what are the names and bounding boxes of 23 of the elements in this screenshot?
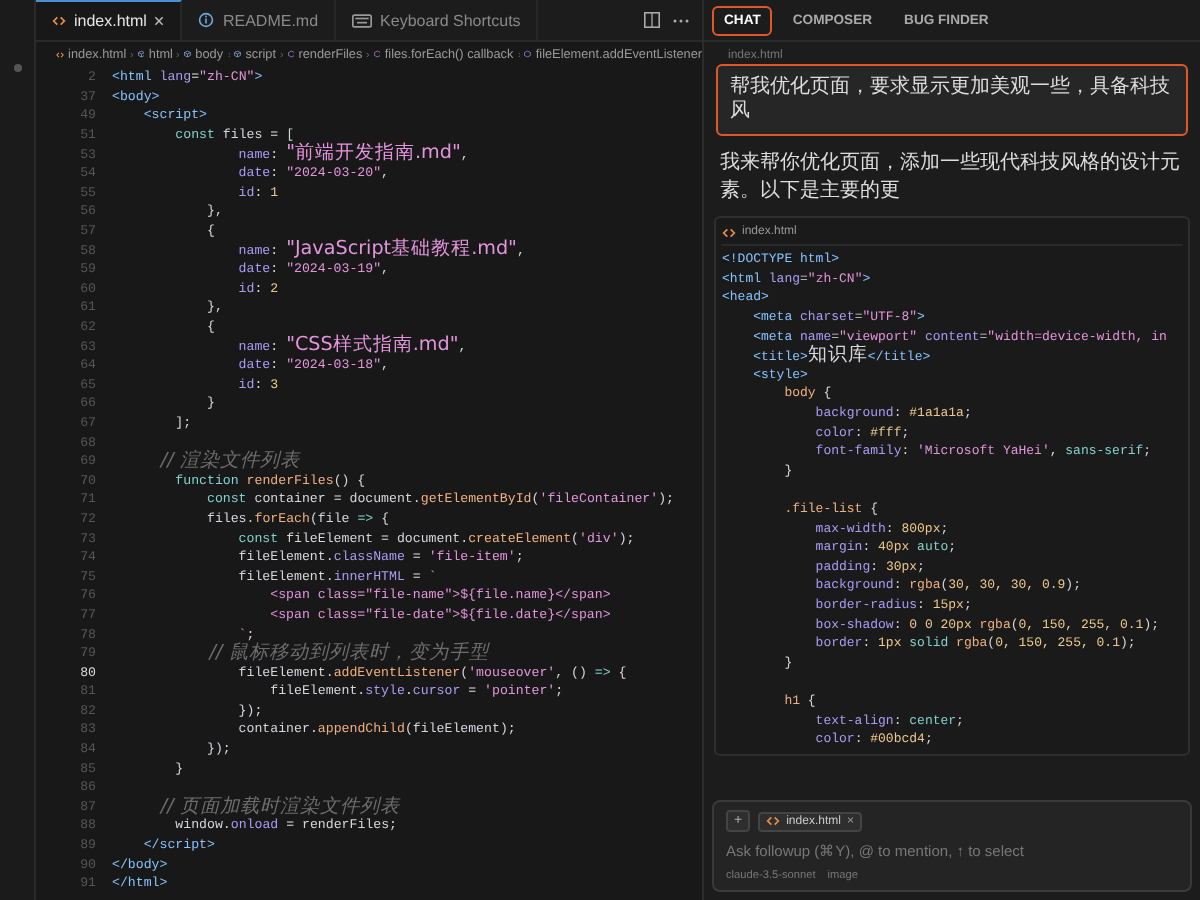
function-icon	[524, 48, 532, 60]
code-line: // 鼠标移动到列表时，变为手型	[206, 643, 489, 663]
cube-icon	[184, 48, 192, 60]
more-icon[interactable]	[672, 17, 690, 23]
split-editor-icon[interactable]	[644, 12, 660, 28]
code-line: // 页面加载时渲染文件列表	[157, 797, 400, 817]
code-line: // 渲染文件列表	[157, 451, 300, 471]
function-icon	[373, 48, 381, 60]
assistant-reply: 我来帮你优化页面，添加一些现代科技风格的设计元素。以下是主要的更	[720, 150, 1182, 204]
cube-icon	[137, 48, 145, 60]
code-file-icon	[52, 16, 66, 26]
code-file-icon	[56, 49, 65, 59]
chevron-icon	[176, 49, 181, 59]
close-icon[interactable]	[154, 16, 165, 26]
cube-icon	[234, 48, 242, 60]
info-icon	[198, 12, 215, 28]
code-file-icon	[766, 816, 781, 826]
code-file-icon	[722, 227, 736, 237]
activity-dot	[13, 64, 21, 72]
keyboard-icon	[352, 13, 373, 27]
editor-tab[interactable]: index.html	[36, 0, 183, 40]
function-icon	[287, 48, 295, 60]
user-message: 帮我优化页面，要求显示更加美观一些，具备科技风	[716, 64, 1188, 136]
